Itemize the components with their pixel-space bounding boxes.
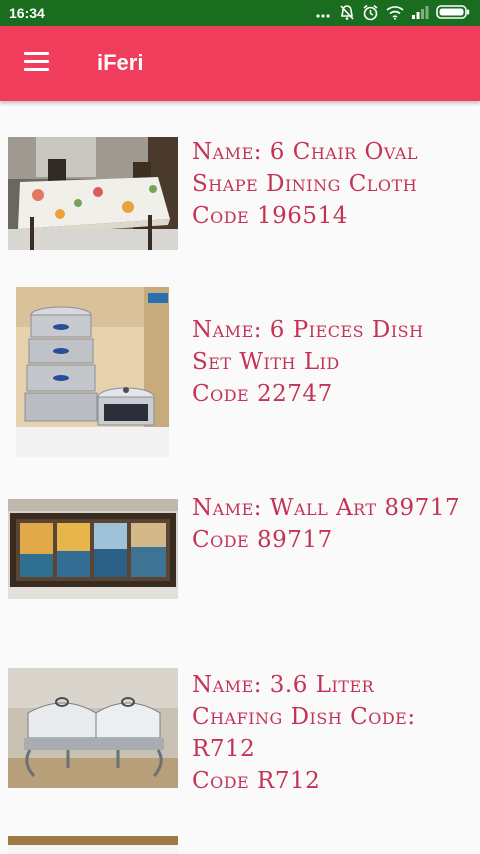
status-time: 16:34: [9, 5, 45, 21]
product-item[interactable]: Name: 3.6 Liter Chafing Dish Code: R712 …: [0, 662, 480, 812]
product-code: Code 22747: [192, 381, 333, 407]
signal-icon: [412, 6, 429, 19]
more-dots-icon: [316, 14, 330, 18]
product-image-chafing-dish: [8, 668, 178, 788]
product-text: Name: 3.6 Liter Chafing Dish Code: R712 …: [192, 669, 470, 797]
product-item[interactable]: Name: Wall Art 89717 Code 89717: [0, 492, 480, 622]
product-image-dining-cloth: [8, 137, 178, 250]
app-title: iFeri: [97, 50, 144, 75]
alarm-icon: [363, 4, 378, 20]
product-image-wall-art: [8, 499, 178, 599]
product-code: Code R712: [192, 768, 321, 794]
product-text: Name: 6 Pieces Dish Set With Lid Code 22…: [192, 314, 470, 410]
wifi-icon: [386, 5, 404, 20]
product-item[interactable]: Name: 6 Pieces Dish Set With Lid Code 22…: [0, 280, 480, 470]
app-bar: iFeri: [0, 26, 480, 101]
battery-icon: [436, 5, 470, 19]
product-image-dish-set: [16, 287, 169, 457]
product-code: Code 196514: [192, 203, 348, 229]
product-name: Name: 3.6 Liter Chafing Dish Code: R712: [192, 672, 416, 762]
product-name: Name: 6 Chair Oval Shape Dining Cloth: [192, 139, 419, 197]
status-icons: [316, 3, 470, 21]
product-name: Name: 6 Pieces Dish Set With Lid: [192, 317, 424, 375]
mute-icon: [340, 5, 354, 20]
product-text: Name: Wall Art 89717 Code 89717: [192, 492, 470, 556]
product-item[interactable]: Name: 6 Chair Oval Shape Dining Cloth Co…: [0, 130, 480, 260]
product-name: Name: Wall Art 89717: [192, 495, 461, 521]
status-bar: 16:34: [0, 0, 480, 26]
product-text: Name: 6 Chair Oval Shape Dining Cloth Co…: [192, 136, 470, 232]
product-image-next: [8, 836, 178, 854]
product-code: Code 89717: [192, 527, 333, 553]
hamburger-menu-icon[interactable]: [24, 52, 50, 74]
